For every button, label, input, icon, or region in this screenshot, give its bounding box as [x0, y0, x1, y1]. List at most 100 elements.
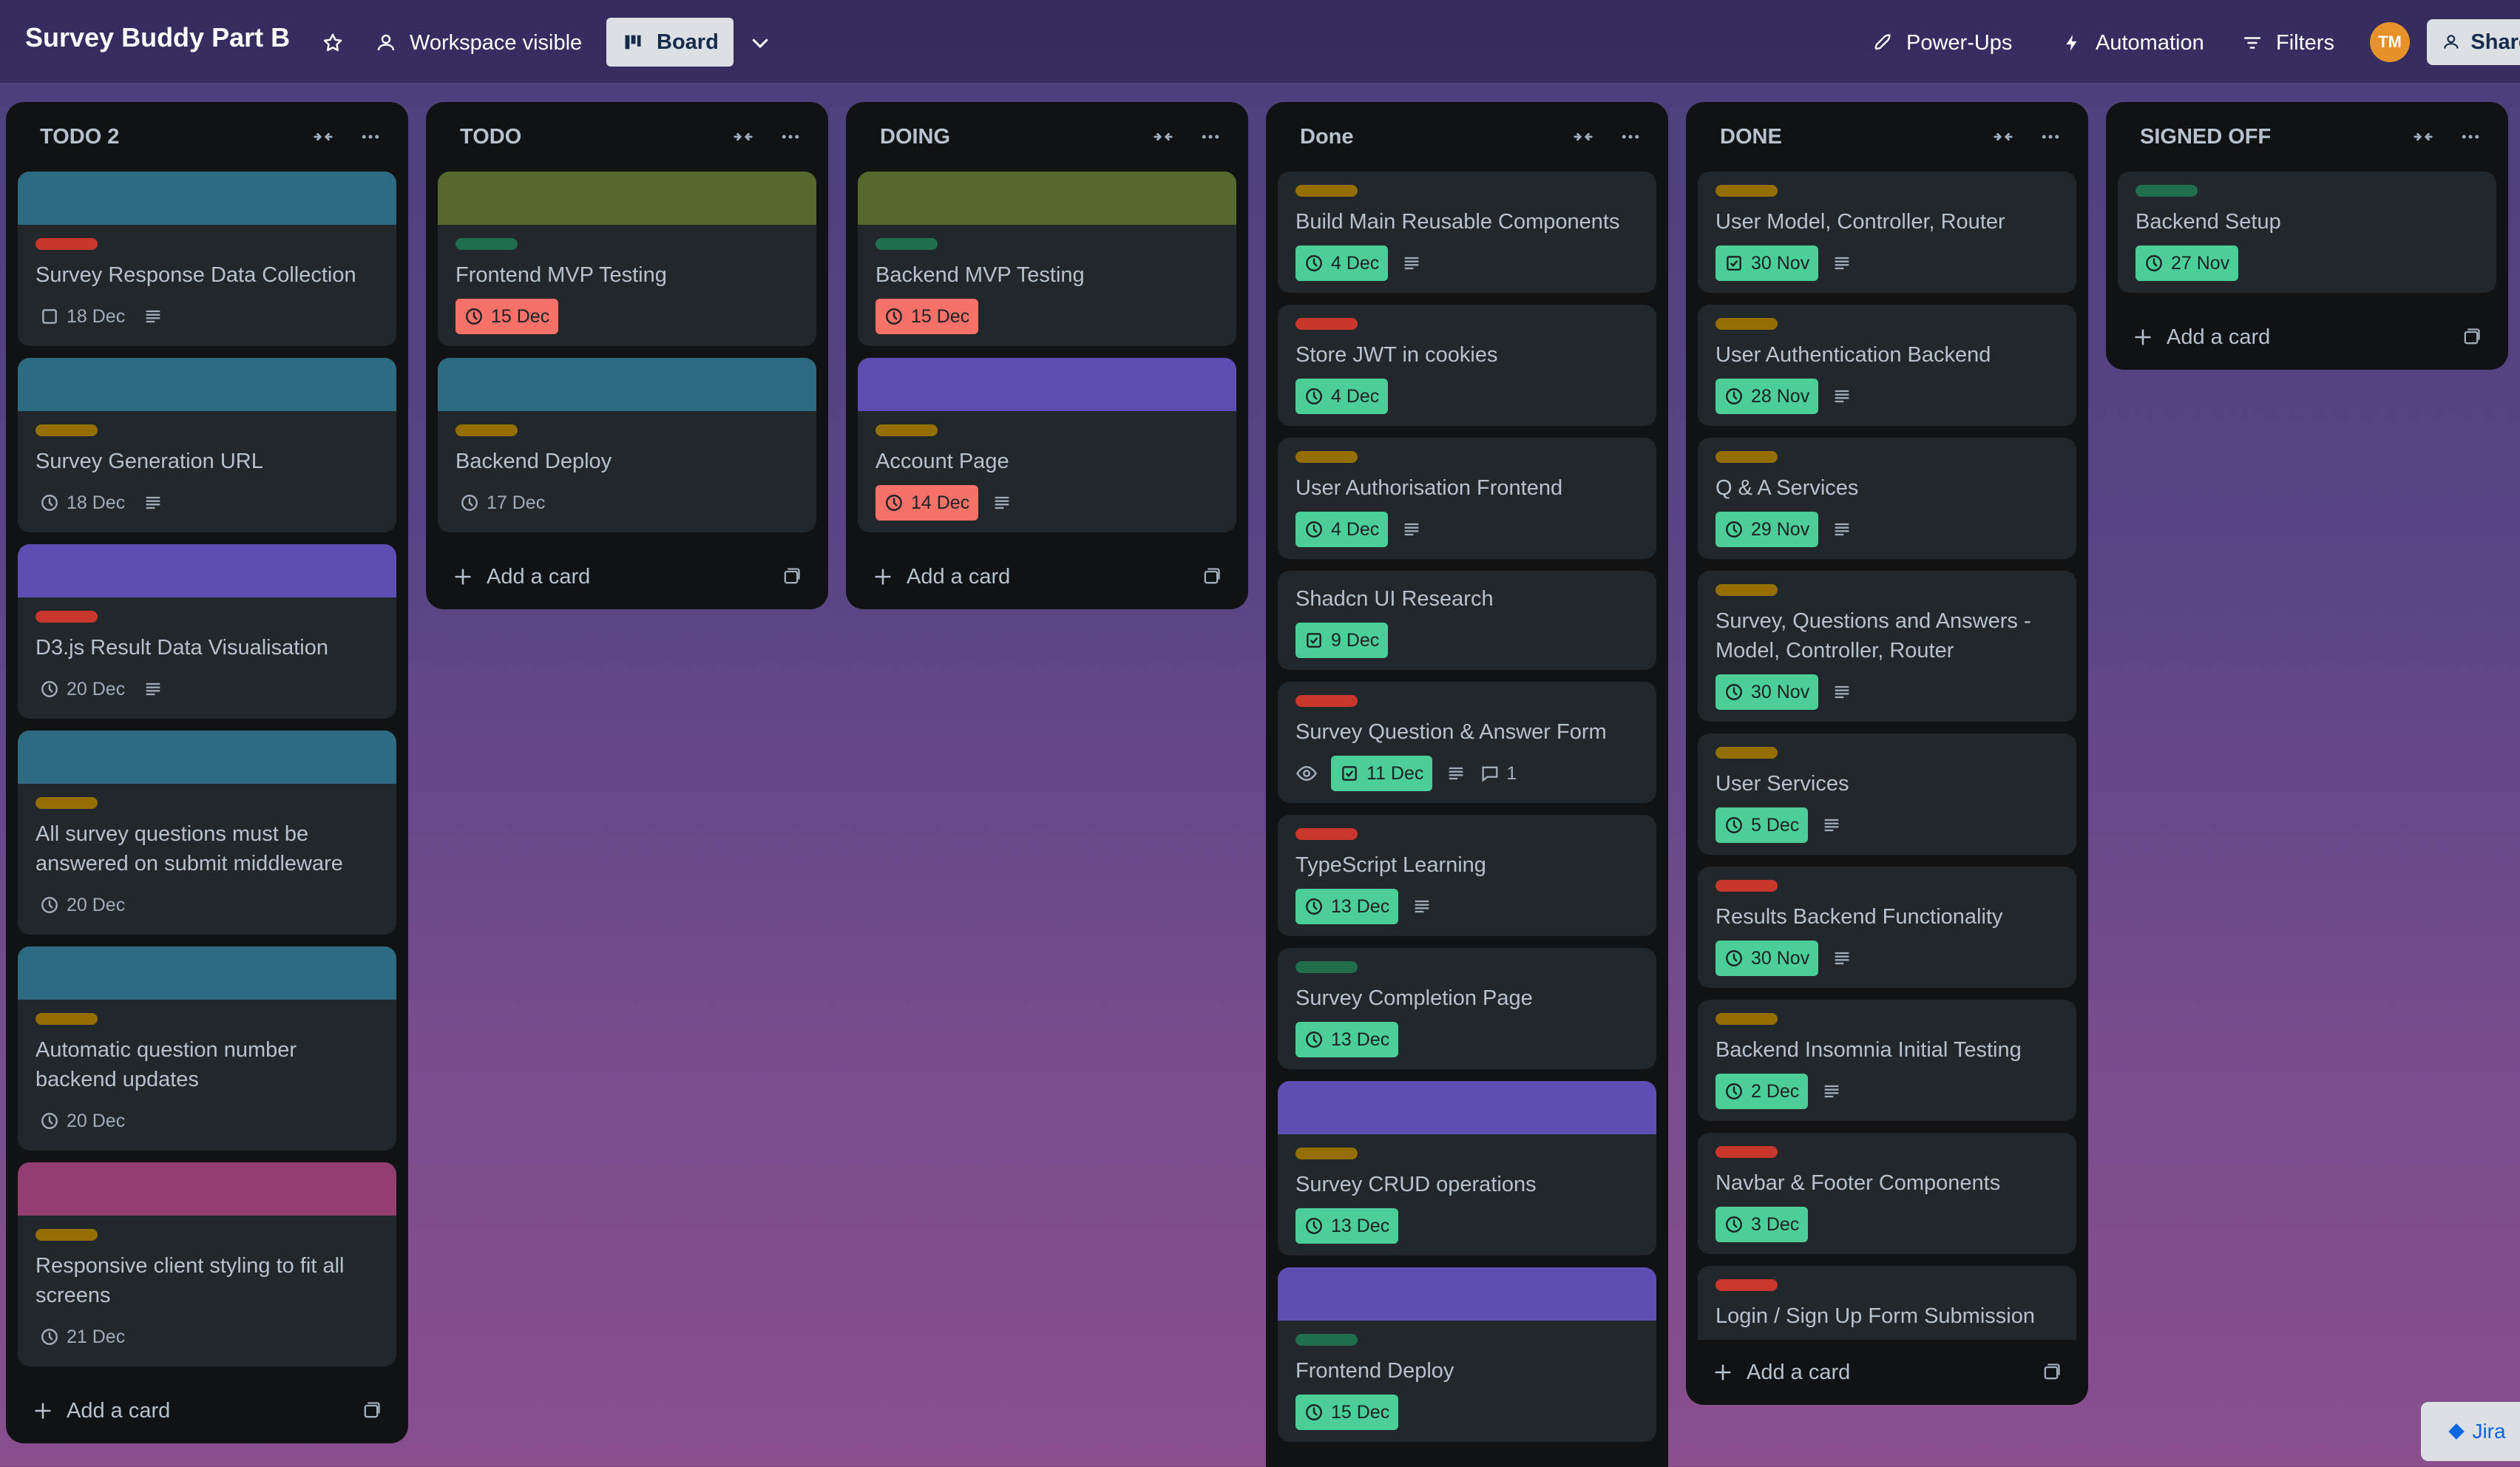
- star-button[interactable]: [312, 19, 353, 67]
- due-date-badge[interactable]: 18 Dec: [35, 299, 129, 334]
- due-date-badge[interactable]: 30 Nov: [1715, 245, 1819, 281]
- card-label[interactable]: [1715, 880, 1778, 892]
- due-date-badge[interactable]: 9 Dec: [1295, 623, 1389, 658]
- due-date-badge[interactable]: 18 Dec: [35, 485, 129, 521]
- board-title[interactable]: Survey Buddy Part B: [25, 22, 290, 53]
- card[interactable]: Frontend MVP Testing 15 Dec: [438, 172, 816, 346]
- collapse-list-icon[interactable]: [732, 126, 754, 148]
- create-from-template-icon[interactable]: [2461, 327, 2482, 348]
- card-label[interactable]: [875, 238, 938, 250]
- due-date-badge[interactable]: 13 Dec: [1295, 889, 1399, 924]
- list-column[interactable]: SIGNED OFF Backend Setup 27 Nov Add a ca…: [2106, 102, 2508, 370]
- card-label[interactable]: [1715, 747, 1778, 759]
- list-title[interactable]: Done: [1300, 125, 1354, 149]
- list-column[interactable]: TODO 2 Survey Response Data Collection 1…: [6, 102, 408, 1443]
- card-label[interactable]: [35, 1229, 98, 1241]
- card[interactable]: Store JWT in cookies 4 Dec: [1278, 305, 1656, 426]
- create-from-template-icon[interactable]: [2041, 1362, 2062, 1383]
- create-from-template-icon[interactable]: [361, 1400, 382, 1421]
- due-date-badge[interactable]: 27 Nov: [2135, 245, 2239, 281]
- card-label[interactable]: [1295, 961, 1358, 973]
- card[interactable]: Login / Sign Up Form Submission 4 Dec: [1698, 1266, 2076, 1340]
- card[interactable]: D3.js Result Data Visualisation 20 Dec: [18, 544, 396, 719]
- card-label[interactable]: [1295, 318, 1358, 330]
- due-date-badge[interactable]: 15 Dec: [1295, 1395, 1399, 1430]
- list-title[interactable]: DOING: [880, 125, 950, 149]
- card-label[interactable]: [1715, 1013, 1778, 1025]
- due-date-badge[interactable]: 2 Dec: [1715, 1074, 1809, 1109]
- collapse-list-icon[interactable]: [1572, 126, 1594, 148]
- due-date-badge[interactable]: 21 Dec: [35, 1319, 129, 1355]
- due-date-badge[interactable]: 14 Dec: [875, 485, 979, 521]
- card[interactable]: User Model, Controller, Router 30 Nov: [1698, 172, 2076, 293]
- card-label[interactable]: [455, 424, 518, 436]
- due-date-badge[interactable]: 15 Dec: [455, 299, 559, 334]
- card-label[interactable]: [1715, 318, 1778, 330]
- list-column[interactable]: DONE User Model, Controller, Router 30 N…: [1686, 102, 2088, 1405]
- list-column[interactable]: Done Build Main Reusable Components 4 De…: [1266, 102, 1668, 1467]
- card[interactable]: Backend Setup 27 Nov: [2118, 172, 2496, 293]
- card-label[interactable]: [1715, 1279, 1778, 1291]
- due-date-badge[interactable]: 29 Nov: [1715, 512, 1819, 547]
- power-ups-button[interactable]: Power-Ups: [1856, 19, 2027, 67]
- card[interactable]: User Authentication Backend 28 Nov: [1698, 305, 2076, 426]
- card[interactable]: Responsive client styling to fit all scr…: [18, 1162, 396, 1366]
- due-date-badge[interactable]: 20 Dec: [35, 887, 129, 923]
- due-date-badge[interactable]: 20 Dec: [35, 671, 129, 707]
- due-date-badge[interactable]: 28 Nov: [1715, 379, 1819, 414]
- card[interactable]: Survey Generation URL 18 Dec: [18, 358, 396, 532]
- due-date-badge[interactable]: 17 Dec: [455, 485, 549, 521]
- card-label[interactable]: [1715, 1146, 1778, 1158]
- due-date-badge[interactable]: 13 Dec: [1295, 1022, 1399, 1057]
- card[interactable]: Survey Question & Answer Form 11 Dec 1: [1278, 682, 1656, 803]
- create-from-template-icon[interactable]: [781, 566, 802, 587]
- card-label[interactable]: [1715, 451, 1778, 463]
- card[interactable]: Shadcn UI Research 9 Dec: [1278, 571, 1656, 670]
- card[interactable]: Backend Deploy 17 Dec: [438, 358, 816, 532]
- board-view-button[interactable]: Board: [606, 18, 734, 67]
- card[interactable]: User Services 5 Dec: [1698, 734, 2076, 855]
- due-date-badge[interactable]: 30 Nov: [1715, 941, 1819, 976]
- card-label[interactable]: [1295, 185, 1358, 197]
- member-avatar[interactable]: TM: [2370, 22, 2410, 62]
- card[interactable]: Build Main Reusable Components 4 Dec: [1278, 172, 1656, 293]
- due-date-badge[interactable]: 4 Dec: [1295, 245, 1389, 281]
- card[interactable]: Q & A Services 29 Nov: [1698, 438, 2076, 559]
- card[interactable]: User Authorisation Frontend 4 Dec: [1278, 438, 1656, 559]
- card[interactable]: Survey Completion Page 13 Dec: [1278, 948, 1656, 1069]
- collapse-list-icon[interactable]: [1992, 126, 2014, 148]
- card-label[interactable]: [455, 238, 518, 250]
- due-date-badge[interactable]: 4 Dec: [1295, 379, 1389, 414]
- share-button[interactable]: Share: [2427, 19, 2520, 65]
- card[interactable]: Survey CRUD operations 13 Dec: [1278, 1081, 1656, 1256]
- jira-button[interactable]: Jira: [2421, 1402, 2520, 1461]
- card[interactable]: TypeScript Learning 13 Dec: [1278, 815, 1656, 936]
- add-card-button[interactable]: Add a card: [33, 1399, 170, 1423]
- add-card-button[interactable]: Add a card: [2133, 325, 2270, 350]
- list-column[interactable]: TODO Frontend MVP Testing 15 Dec Backend…: [426, 102, 828, 609]
- card[interactable]: All survey questions must be answered on…: [18, 731, 396, 935]
- card[interactable]: Results Backend Functionality 30 Nov: [1698, 867, 2076, 988]
- card[interactable]: Backend Insomnia Initial Testing 2 Dec: [1698, 1000, 2076, 1121]
- card-label[interactable]: [1715, 185, 1778, 197]
- card-label[interactable]: [35, 797, 98, 809]
- list-title[interactable]: SIGNED OFF: [2140, 125, 2271, 149]
- card[interactable]: Automatic question number backend update…: [18, 946, 396, 1151]
- due-date-badge[interactable]: 4 Dec: [1295, 512, 1389, 547]
- due-date-badge[interactable]: 15 Dec: [875, 299, 979, 334]
- card[interactable]: Account Page 14 Dec: [858, 358, 1236, 532]
- visibility-button[interactable]: Workspace visible: [359, 19, 597, 67]
- card-label[interactable]: [35, 424, 98, 436]
- card[interactable]: Frontend Deploy 15 Dec: [1278, 1267, 1656, 1442]
- card-label[interactable]: [2135, 185, 2198, 197]
- list-title[interactable]: TODO 2: [40, 125, 119, 149]
- list-menu-icon[interactable]: [359, 126, 382, 148]
- list-column[interactable]: DOING Backend MVP Testing 15 Dec Account…: [846, 102, 1248, 609]
- list-menu-icon[interactable]: [1199, 126, 1222, 148]
- list-menu-icon[interactable]: [1619, 126, 1642, 148]
- filters-button[interactable]: Filters: [2226, 19, 2349, 67]
- card-label[interactable]: [35, 1013, 98, 1025]
- card-label[interactable]: [1295, 1334, 1358, 1346]
- collapse-list-icon[interactable]: [2412, 126, 2434, 148]
- due-date-badge[interactable]: 13 Dec: [1295, 1208, 1399, 1244]
